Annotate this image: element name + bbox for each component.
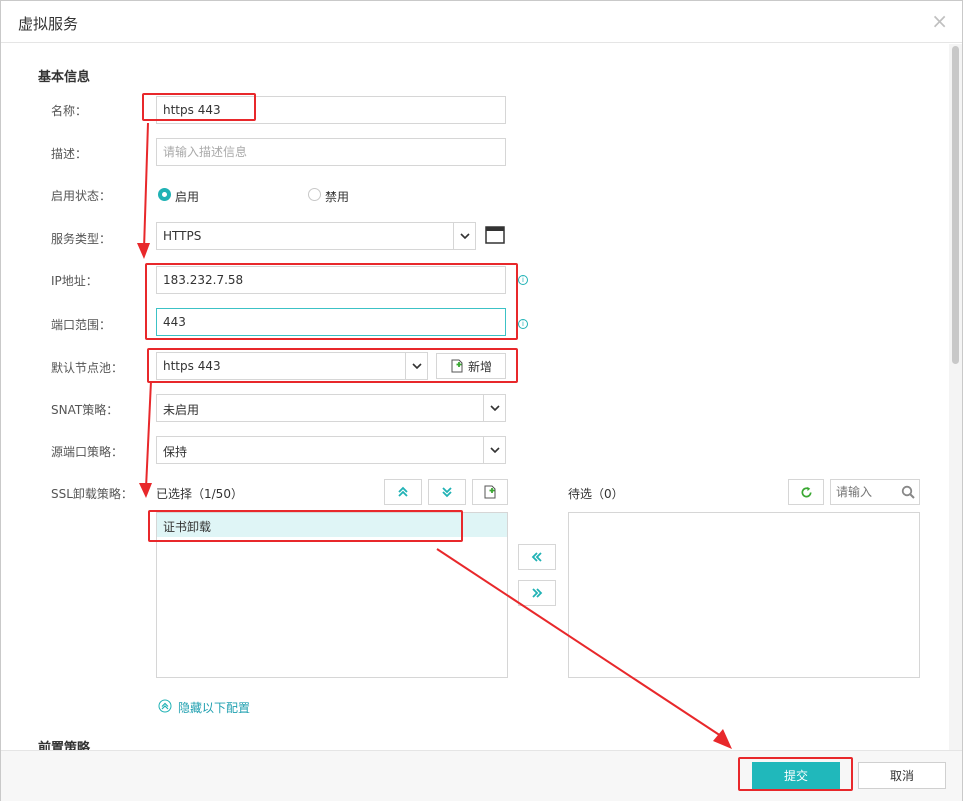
ip-input[interactable] xyxy=(156,266,506,294)
status-disabled-radio[interactable] xyxy=(308,188,321,201)
name-input[interactable] xyxy=(156,96,506,124)
move-right-button[interactable] xyxy=(518,580,556,606)
ssl-label: SSL卸载策略： xyxy=(51,487,133,501)
source-port-select[interactable]: 保持 xyxy=(156,436,506,464)
ip-label: IP地址： xyxy=(51,274,98,288)
list-item[interactable]: 证书卸载 xyxy=(157,513,507,537)
search-input[interactable] xyxy=(831,480,899,504)
add-ssl-button[interactable] xyxy=(472,479,508,505)
snat-label: SNAT策略： xyxy=(51,403,119,417)
pending-header: 待选（0） xyxy=(568,487,624,501)
refresh-icon xyxy=(801,486,812,497)
source-port-label: 源端口策略： xyxy=(51,445,124,459)
add-pool-button[interactable]: 新增 xyxy=(436,353,506,379)
double-chevron-right-icon xyxy=(532,588,543,598)
scrollbar-thumb[interactable] xyxy=(952,46,959,364)
port-label: 端口范围： xyxy=(51,318,112,332)
port-input[interactable] xyxy=(156,308,506,336)
add-file-icon xyxy=(451,359,463,373)
cancel-button[interactable]: 取消 xyxy=(858,762,946,789)
add-pool-label: 新增 xyxy=(467,359,492,374)
search-icon[interactable] xyxy=(901,485,915,502)
name-label: 名称： xyxy=(51,104,88,118)
dialog-title: 虚拟服务 xyxy=(18,15,79,33)
snat-value: 未启用 xyxy=(163,403,200,417)
dialog-header: 虚拟服务 × xyxy=(1,1,962,43)
collapse-icon[interactable] xyxy=(158,699,172,716)
refresh-button[interactable] xyxy=(788,479,824,505)
port-info-icon[interactable]: i xyxy=(518,319,528,329)
selected-list: 证书卸载 xyxy=(156,512,508,678)
close-icon[interactable]: × xyxy=(931,10,948,32)
pool-select[interactable]: https 443 xyxy=(156,352,428,380)
chevron-down-icon xyxy=(483,437,505,463)
snat-select[interactable]: 未启用 xyxy=(156,394,506,422)
status-disabled-label: 禁用 xyxy=(325,190,350,204)
dialog-body: 基本信息 名称： 描述： 启用状态： 启用 禁用 服务类型： HTTPS IP地… xyxy=(1,44,949,750)
move-bottom-button[interactable] xyxy=(428,479,466,505)
virtual-service-dialog: 虚拟服务 × 基本信息 名称： 描述： 启用状态： 启用 禁用 服务类型： HT… xyxy=(0,0,963,801)
chevron-down-icon xyxy=(483,395,505,421)
double-chevron-left-icon xyxy=(531,552,542,562)
submit-button[interactable]: 提交 xyxy=(752,762,840,789)
pending-list xyxy=(568,512,920,678)
chevron-down-icon xyxy=(405,353,427,379)
hide-config-link[interactable]: 隐藏以下配置 xyxy=(178,699,250,716)
section-front-policy: 前置策略 xyxy=(38,741,91,750)
move-left-button[interactable] xyxy=(518,544,556,570)
double-chevron-up-icon xyxy=(398,486,408,497)
status-enabled-label: 启用 xyxy=(175,190,200,204)
pool-label: 默认节点池： xyxy=(51,361,124,375)
selected-header: 已选择（1/50） xyxy=(156,487,243,501)
description-input[interactable] xyxy=(156,138,506,166)
list-item-label: 证书卸载 xyxy=(163,520,212,534)
service-type-select[interactable]: HTTPS xyxy=(156,222,476,250)
chevron-down-icon xyxy=(453,223,475,249)
ip-info-icon[interactable]: i xyxy=(518,275,528,285)
service-type-label: 服务类型： xyxy=(51,232,112,246)
status-label: 启用状态： xyxy=(51,189,112,203)
section-basic-info: 基本信息 xyxy=(38,70,91,85)
vertical-scrollbar[interactable] xyxy=(949,44,962,750)
description-label: 描述： xyxy=(51,147,88,161)
search-box xyxy=(830,479,920,505)
status-enabled-radio[interactable] xyxy=(158,188,171,201)
double-chevron-down-icon xyxy=(442,487,452,498)
source-port-value: 保持 xyxy=(163,445,188,459)
pool-value: https 443 xyxy=(163,359,221,373)
window-icon[interactable] xyxy=(485,226,505,247)
service-type-value: HTTPS xyxy=(163,229,202,243)
move-top-button[interactable] xyxy=(384,479,422,505)
add-file-icon xyxy=(484,485,496,499)
